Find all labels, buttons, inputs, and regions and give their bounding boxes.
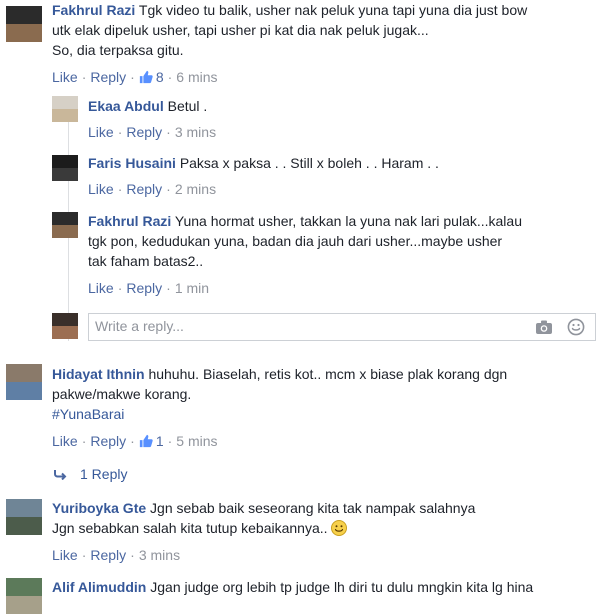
reply-button[interactable]: Reply (90, 69, 126, 85)
comment-body: Fakhrul Razi Yuna hormat usher, takkan l… (88, 211, 593, 271)
thumbs-up-icon (139, 70, 153, 84)
like-button[interactable]: Like (52, 547, 78, 563)
comment-text: Jgan judge org lebih tp judge lh diri tu… (150, 579, 534, 595)
comment-text: pakwe/makwe korang. (52, 386, 192, 402)
comment-text: tgk pon, kedudukan yuna, badan dia jauh … (88, 233, 503, 249)
reply-button[interactable]: Reply (126, 124, 162, 140)
commenter-name[interactable]: Fakhrul Razi (52, 2, 135, 18)
comment-text: So, dia terpaksa gitu. (52, 42, 184, 58)
timestamp[interactable]: 1 min (175, 280, 209, 296)
avatar[interactable] (52, 155, 78, 181)
avatar[interactable] (6, 6, 42, 42)
comment-body: Faris Husaini Paksa x paksa . . Still x … (88, 153, 588, 173)
avatar (52, 313, 78, 339)
comment-text: tak faham batas2.. (88, 253, 204, 269)
reply-input[interactable]: Write a reply... (88, 313, 596, 341)
like-count[interactable]: 8 (156, 69, 164, 85)
commenter-name[interactable]: Yuriboyka Gte (52, 500, 146, 516)
view-replies-link[interactable]: 1 Reply (54, 464, 127, 484)
avatar[interactable] (52, 212, 78, 238)
like-button[interactable]: Like (88, 124, 114, 140)
timestamp[interactable]: 6 mins (176, 69, 217, 85)
avatar[interactable] (52, 96, 78, 122)
thumbs-up-icon (139, 434, 153, 448)
comment-actions: Like · Reply · 2 mins (88, 181, 217, 197)
reply-placeholder: Write a reply... (95, 318, 184, 334)
reply-button[interactable]: Reply (126, 280, 162, 296)
camera-icon[interactable] (535, 319, 553, 335)
comment-actions: Like · Reply · 1 · 5 mins (52, 433, 218, 449)
reply-arrow-icon (54, 470, 67, 481)
comment-actions: Like · Reply · 1 min (88, 280, 210, 296)
reply-button[interactable]: Reply (90, 433, 126, 449)
timestamp[interactable]: 3 mins (139, 547, 180, 563)
timestamp[interactable]: 3 mins (175, 124, 216, 140)
comment-text: Betul . (167, 98, 208, 114)
like-button[interactable]: Like (88, 280, 114, 296)
like-button[interactable]: Like (52, 433, 78, 449)
reply-button[interactable]: Reply (90, 547, 126, 563)
commenter-name[interactable]: Faris Husaini (88, 155, 176, 171)
comment-text: Jgn sebabkan salah kita tutup kebaikanny… (52, 520, 328, 536)
commenter-name[interactable]: Fakhrul Razi (88, 213, 171, 229)
hashtag-link[interactable]: #YunaBarai (52, 406, 124, 422)
commenter-name[interactable]: Ekaa Abdul (88, 98, 164, 114)
comment-text: Jgn sebab baik seseorang kita tak nampak… (150, 500, 476, 516)
smiley-emoji-icon (331, 520, 348, 536)
comment-text: Tgk video tu balik, usher nak peluk yuna… (138, 2, 528, 18)
comment-actions: Like · Reply · 3 mins (52, 547, 181, 563)
avatar[interactable] (6, 499, 42, 535)
reply-button[interactable]: Reply (126, 181, 162, 197)
comment-actions: Like · Reply · 8 · 6 mins (52, 69, 218, 85)
replies-count-label: 1 Reply (80, 466, 128, 482)
comment-body: Hidayat Ithnin huhuhu. Biaselah, retis k… (52, 364, 597, 424)
avatar[interactable] (6, 364, 42, 400)
like-button[interactable]: Like (88, 181, 114, 197)
comment-text: utk elak dipeluk usher, tapi usher pi ka… (52, 22, 429, 38)
comment-text: Paksa x paksa . . Still x boleh . . Hara… (179, 155, 439, 171)
comment-body: Yuriboyka Gte Jgn sebab baik seseorang k… (52, 498, 597, 538)
comment-body: Fakhrul Razi Tgk video tu balik, usher n… (52, 0, 597, 60)
timestamp[interactable]: 5 mins (176, 433, 217, 449)
timestamp[interactable]: 2 mins (175, 181, 216, 197)
commenter-name[interactable]: Alif Alimuddin (52, 579, 146, 595)
comment-text: huhuhu. Biaselah, retis kot.. mcm x bias… (148, 366, 508, 382)
commenter-name[interactable]: Hidayat Ithnin (52, 366, 145, 382)
like-button[interactable]: Like (52, 69, 78, 85)
comment-text: Yuna hormat usher, takkan la yuna nak la… (174, 213, 522, 229)
avatar[interactable] (6, 578, 42, 614)
comment-actions: Like · Reply · 3 mins (88, 124, 217, 140)
comment-body: Alif Alimuddin Jgan judge org lebih tp j… (52, 577, 600, 597)
like-count[interactable]: 1 (156, 433, 164, 449)
smiley-icon[interactable] (567, 318, 585, 336)
comment-body: Ekaa Abdul Betul . (88, 96, 588, 116)
